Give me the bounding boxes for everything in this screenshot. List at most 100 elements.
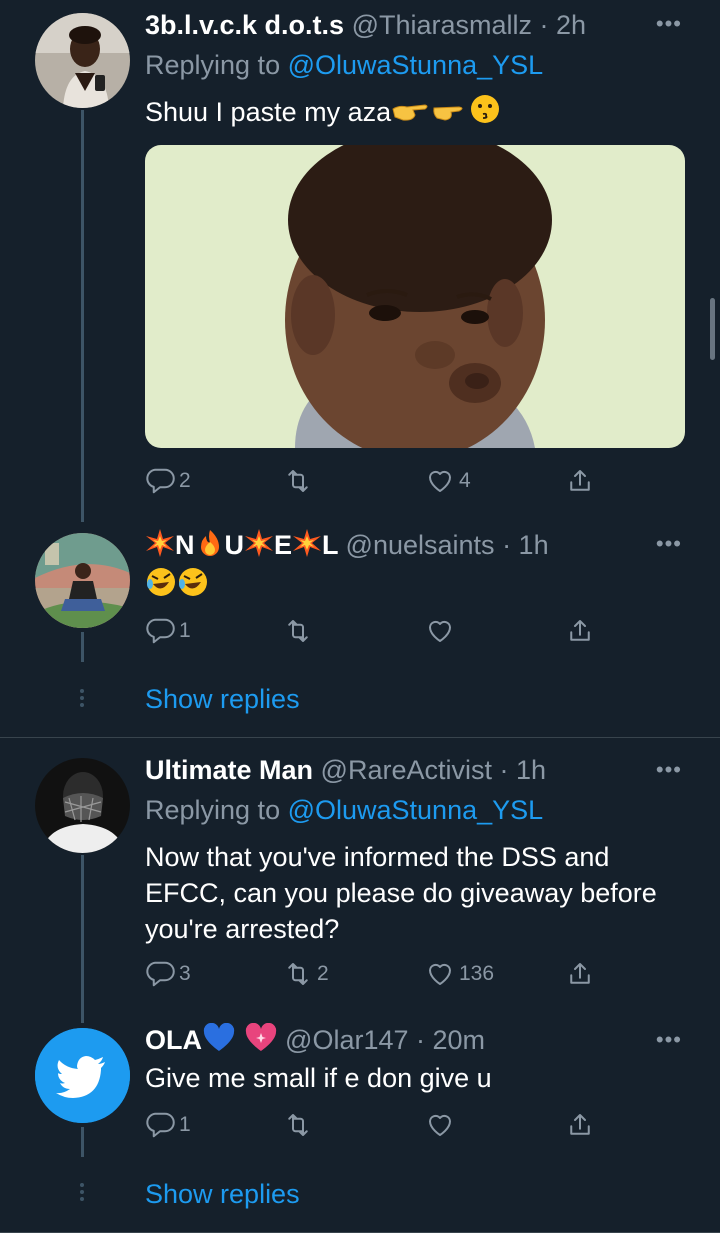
tweet-text-line: Now that you've informed the DSS and [145,842,610,872]
thread-line [81,1127,84,1157]
display-name[interactable]: 3b.l.v.c.k d.o.t.s [145,10,344,40]
display-name-text: OLA [145,1025,202,1055]
like-icon [429,470,451,492]
reply-button[interactable]: 3 [145,957,191,991]
share-button[interactable] [565,614,595,648]
tweet-text-content: Shuu I paste my aza [145,97,392,127]
reply-count: 3 [179,962,191,985]
retweet-icon [288,1114,308,1136]
more-icon[interactable]: ••• [656,759,682,781]
show-replies-link[interactable]: Show replies [145,682,300,716]
more-icon[interactable]: ••• [656,13,682,35]
tweet-header: NUEL @nuelsaints · 1h [145,528,549,566]
retweet-icon [288,620,308,642]
collision-emoji [292,528,322,566]
display-name[interactable]: NUEL [145,529,346,560]
display-name[interactable]: Ultimate Man [145,755,313,785]
like-icon [429,1114,451,1136]
tweet-text-line: you're arrested? [145,914,340,944]
retweet-count: 2 [317,962,329,985]
reply-button[interactable]: 1 [145,614,191,648]
collision-emoji [244,528,274,566]
share-button[interactable] [565,1108,595,1142]
blue-heart-emoji [202,1022,236,1061]
reply-to-handle[interactable]: @OluwaStunna_YSL [288,50,544,80]
avatar[interactable] [35,533,130,628]
tweet-text: Now that you've informed the DSS and EFC… [145,839,657,947]
share-button[interactable] [565,464,595,498]
thread-line [81,632,84,662]
replying-to-label: Replying to [145,795,288,825]
share-icon [570,1114,590,1135]
reply-button[interactable]: 1 [145,1108,191,1142]
tweet-media-image[interactable] [145,145,685,448]
retweet-button[interactable]: 2 [283,957,329,991]
reply-icon [146,961,175,987]
more-icon[interactable]: ••• [656,1029,682,1051]
reply-button[interactable]: 2 [145,464,191,498]
sparkling-heart-emoji [244,1022,278,1061]
like-icon [429,620,451,642]
replying-to: Replying to @OluwaStunna_YSL [145,48,543,82]
user-handle[interactable]: @nuelsaints [346,530,495,560]
timestamp[interactable]: · 2h [540,10,587,40]
retweet-button[interactable] [283,614,317,648]
tweet-text: Give me small if e don give u [145,1063,492,1093]
name-letter: E [274,530,293,560]
share-icon [570,963,590,984]
avatar[interactable] [35,13,130,108]
tweet-actions: 3 2 136 [145,957,600,991]
thread-gap-dots [80,689,85,710]
name-letter: N [175,530,195,560]
timestamp[interactable]: · 20m [416,1025,485,1055]
retweet-icon [288,470,308,492]
pointing-right-emoji [391,98,431,134]
timestamp[interactable]: · 1h [500,755,547,785]
user-handle[interactable]: @Thiarasmallz [352,10,532,40]
share-button[interactable] [565,957,595,991]
tweet-actions: 2 4 [145,464,600,498]
reply-icon [146,468,175,494]
scrollbar-thumb[interactable] [710,298,715,360]
share-icon [570,620,590,641]
like-button[interactable]: 4 [425,464,471,498]
like-count: 4 [459,469,471,492]
name-letter: L [322,530,339,560]
reply-to-handle[interactable]: @OluwaStunna_YSL [288,795,544,825]
timestamp[interactable]: · 1h [502,530,549,560]
reply-count: 1 [179,619,191,642]
rofl-emoji [177,566,209,603]
thread-gap-dots [80,1183,85,1204]
fire-emoji [195,528,225,566]
thread-line [81,110,84,522]
reply-icon [146,618,175,644]
like-button[interactable] [425,1108,459,1142]
display-name[interactable]: OLA [145,1022,278,1055]
like-button[interactable] [425,614,459,648]
retweet-icon [288,963,308,985]
avatar[interactable] [35,758,130,853]
tweet-actions: 1 [145,1108,600,1142]
retweet-button[interactable] [283,1108,317,1142]
reply-count: 1 [179,1113,191,1136]
more-icon[interactable]: ••• [656,533,682,555]
like-button[interactable]: 136 [425,957,494,991]
like-icon [429,963,451,985]
avatar[interactable] [35,1028,130,1123]
reply-icon [146,1112,175,1138]
replying-to-label: Replying to [145,50,288,80]
show-replies-link[interactable]: Show replies [145,1177,300,1211]
tweet-actions: 1 [145,614,600,648]
kissing-face-emoji [469,93,501,134]
user-handle[interactable]: @RareActivist [321,755,492,785]
share-icon [570,470,590,491]
collision-emoji [145,528,175,566]
retweet-button[interactable] [283,464,317,498]
reply-count: 2 [179,469,191,492]
tweet-header: 3b.l.v.c.k d.o.t.s @Thiarasmallz · 2h [145,8,586,42]
name-letter: U [224,530,245,560]
tweet-header: Ultimate Man @RareActivist · 1h [145,753,546,787]
twitter-bird-icon [35,1028,130,1123]
tweet-text [145,566,209,603]
user-handle[interactable]: @Olar147 [285,1025,408,1055]
